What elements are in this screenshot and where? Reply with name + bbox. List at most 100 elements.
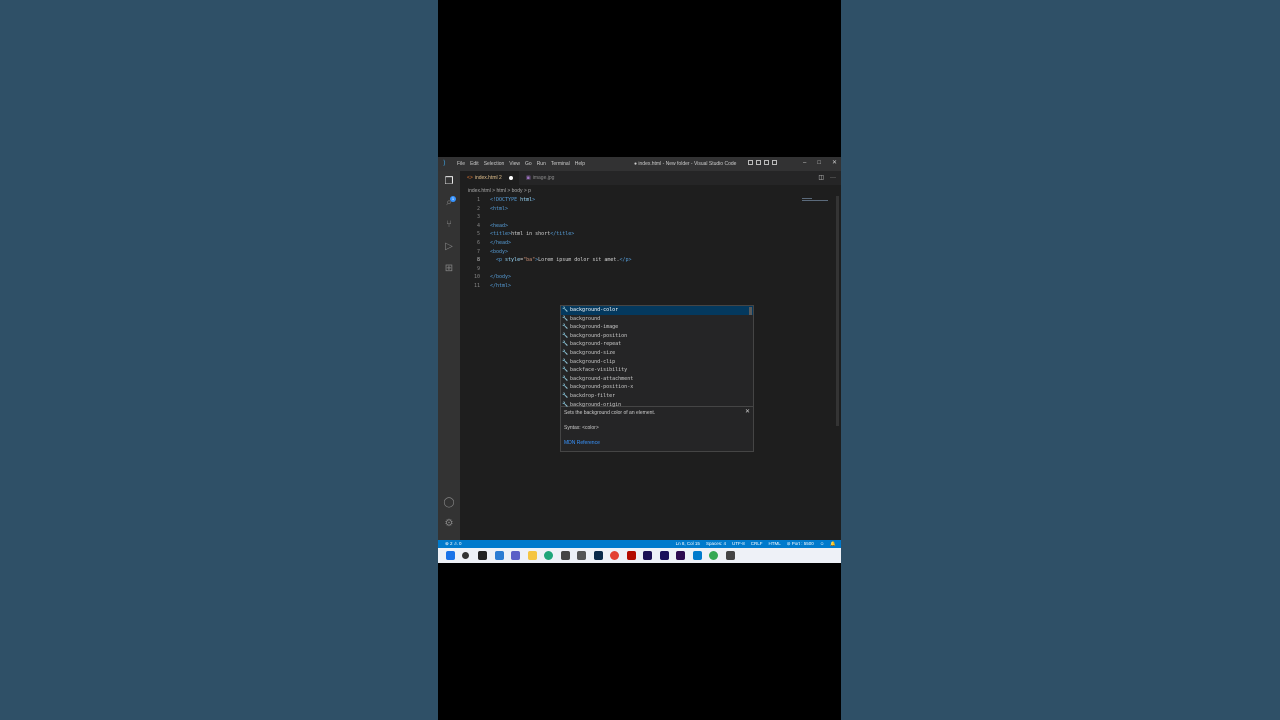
- problems-indicator[interactable]: ⊗ 2 ⚠ 0: [445, 540, 462, 548]
- acrobat-icon[interactable]: [627, 551, 636, 560]
- code-token: html: [520, 197, 533, 203]
- line-number: 9: [476, 265, 480, 272]
- edge-icon[interactable]: [544, 551, 553, 560]
- code-token: html in short: [511, 231, 551, 238]
- suggest-scrollbar[interactable]: [749, 307, 752, 315]
- app-icon[interactable]: [577, 551, 586, 560]
- teams-chat-icon[interactable]: [511, 551, 520, 560]
- toggle-sidebar-icon[interactable]: [748, 160, 753, 165]
- photoshop-icon[interactable]: [594, 551, 603, 560]
- suggestion-item[interactable]: 🔧background-color: [561, 306, 753, 315]
- source-control-icon[interactable]: ⑂: [443, 219, 455, 231]
- line-endings[interactable]: CRLF: [751, 540, 763, 548]
- search-icon[interactable]: [462, 552, 469, 559]
- tab-label: image.jpg: [532, 175, 555, 181]
- menu-terminal[interactable]: Terminal: [551, 161, 570, 167]
- menu-selection[interactable]: Selection: [484, 161, 505, 167]
- suggestion-item[interactable]: 🔧background-repeat: [561, 340, 753, 349]
- suggestion-item[interactable]: 🔧backface-visibility: [561, 366, 753, 375]
- language-mode[interactable]: HTML: [768, 540, 780, 548]
- editor-scrollbar[interactable]: [836, 196, 839, 426]
- code-token: >: [532, 197, 536, 203]
- file-explorer-icon[interactable]: [495, 551, 504, 560]
- suggestion-item[interactable]: 🔧background-image: [561, 323, 753, 332]
- premiere-icon[interactable]: [676, 551, 685, 560]
- more-actions-icon[interactable]: ···: [830, 174, 836, 182]
- account-icon[interactable]: ◯: [443, 497, 455, 509]
- toggle-panel-icon[interactable]: [756, 160, 761, 165]
- maximize-icon[interactable]: □: [817, 159, 821, 167]
- vscode-icon[interactable]: [693, 551, 702, 560]
- indentation[interactable]: Spaces: 4: [706, 540, 726, 548]
- close-icon[interactable]: ✕: [832, 159, 837, 167]
- media-encoder-icon[interactable]: [643, 551, 652, 560]
- code-token: style: [505, 257, 521, 264]
- search-icon[interactable]: ⌕: [443, 197, 455, 209]
- wrench-icon: 🔧: [562, 375, 569, 382]
- tab-index-html[interactable]: <> index.html 2: [460, 171, 519, 185]
- suggestion-label: backface-visibility: [570, 367, 628, 374]
- settings-gear-icon[interactable]: ⚙: [443, 518, 455, 530]
- menu-help[interactable]: Help: [575, 161, 585, 167]
- suggestion-item[interactable]: 🔧background-attachment: [561, 375, 753, 384]
- suggestion-item[interactable]: 🔧backdrop-filter: [561, 392, 753, 401]
- minimize-icon[interactable]: –: [803, 159, 806, 167]
- tab-image-jpg[interactable]: ▣ image.jpg: [519, 171, 577, 185]
- mdn-reference-link[interactable]: MDN Reference: [564, 440, 600, 447]
- split-editor-icon[interactable]: ◫: [818, 174, 824, 182]
- minimap[interactable]: [802, 198, 828, 203]
- code-line: <title>html in short</title>: [490, 230, 574, 239]
- encoding[interactable]: UTF-8: [732, 540, 745, 548]
- menu-file[interactable]: File: [457, 161, 465, 167]
- after-effects-icon[interactable]: [660, 551, 669, 560]
- menu-edit[interactable]: Edit: [470, 161, 479, 167]
- suggestion-label: background-color: [570, 307, 619, 313]
- todo-icon[interactable]: [726, 551, 735, 560]
- customize-layout-icon[interactable]: [772, 160, 777, 165]
- minimap-line: [802, 198, 812, 199]
- suggestion-label: background-position: [570, 332, 628, 339]
- extensions-icon[interactable]: ⊞: [443, 263, 455, 275]
- suggestion-item[interactable]: 🔧background-clip: [561, 358, 753, 367]
- feedback-icon[interactable]: ☺: [820, 540, 825, 548]
- run-debug-icon[interactable]: ▷: [443, 241, 455, 253]
- wrench-icon: 🔧: [562, 393, 569, 399]
- line-number: 4: [476, 222, 480, 229]
- breadcrumb[interactable]: index.html > html > body > p: [468, 187, 531, 195]
- menu-run[interactable]: Run: [537, 161, 546, 167]
- suggestion-label: background-repeat: [570, 341, 622, 348]
- store-icon[interactable]: [561, 551, 570, 560]
- suggestion-item[interactable]: 🔧background-size: [561, 349, 753, 358]
- live-server-port[interactable]: ⊘ Port : 5500: [787, 540, 814, 548]
- folder-icon[interactable]: [528, 551, 537, 560]
- window-title: ● index.html - New folder - Visual Studi…: [634, 161, 737, 167]
- menu-view[interactable]: View: [509, 161, 520, 167]
- code-token: </title>: [550, 231, 575, 238]
- cursor-position[interactable]: Ln 8, Col 15: [676, 540, 700, 548]
- windows-taskbar: [438, 548, 841, 563]
- code-line: <body>: [490, 248, 509, 255]
- suggest-widget: 🔧background-color 🔧background 🔧backgroun…: [560, 305, 754, 407]
- wrench-icon: 🔧: [562, 332, 569, 339]
- notifications-bell-icon[interactable]: 🔔: [830, 540, 836, 548]
- wrench-icon: 🔧: [562, 350, 569, 356]
- close-details-icon[interactable]: ✕: [745, 409, 750, 416]
- chrome-icon-2[interactable]: [709, 551, 718, 560]
- chrome-icon[interactable]: [610, 551, 619, 560]
- status-right: Ln 8, Col 15 Spaces: 4 UTF-8 CRLF HTML ⊘…: [676, 540, 836, 548]
- suggestion-item[interactable]: 🔧background-origin: [561, 401, 753, 407]
- windows-start-icon[interactable]: [446, 551, 455, 560]
- toggle-secondary-sidebar-icon[interactable]: [764, 160, 769, 165]
- suggestion-label: background-attachment: [570, 375, 634, 382]
- details-description: Sets the background color of an element.: [564, 410, 656, 416]
- layout-controls: [748, 160, 777, 165]
- unsaved-dot-icon[interactable]: [509, 176, 513, 180]
- code-editor[interactable]: 1 2 3 4 5 6 7 8 9 10 11 <!DOCTYPE html> …: [460, 196, 841, 540]
- explorer-icon[interactable]: ❐: [443, 176, 455, 188]
- terminal-icon[interactable]: [478, 551, 487, 560]
- menu-go[interactable]: Go: [525, 161, 532, 167]
- suggestion-item[interactable]: 🔧background: [561, 315, 753, 324]
- video-frame: ⟩ File Edit Selection View Go Run Termin…: [438, 0, 841, 720]
- suggestion-item[interactable]: 🔧background-position: [561, 332, 753, 341]
- suggestion-item[interactable]: 🔧background-position-x: [561, 383, 753, 392]
